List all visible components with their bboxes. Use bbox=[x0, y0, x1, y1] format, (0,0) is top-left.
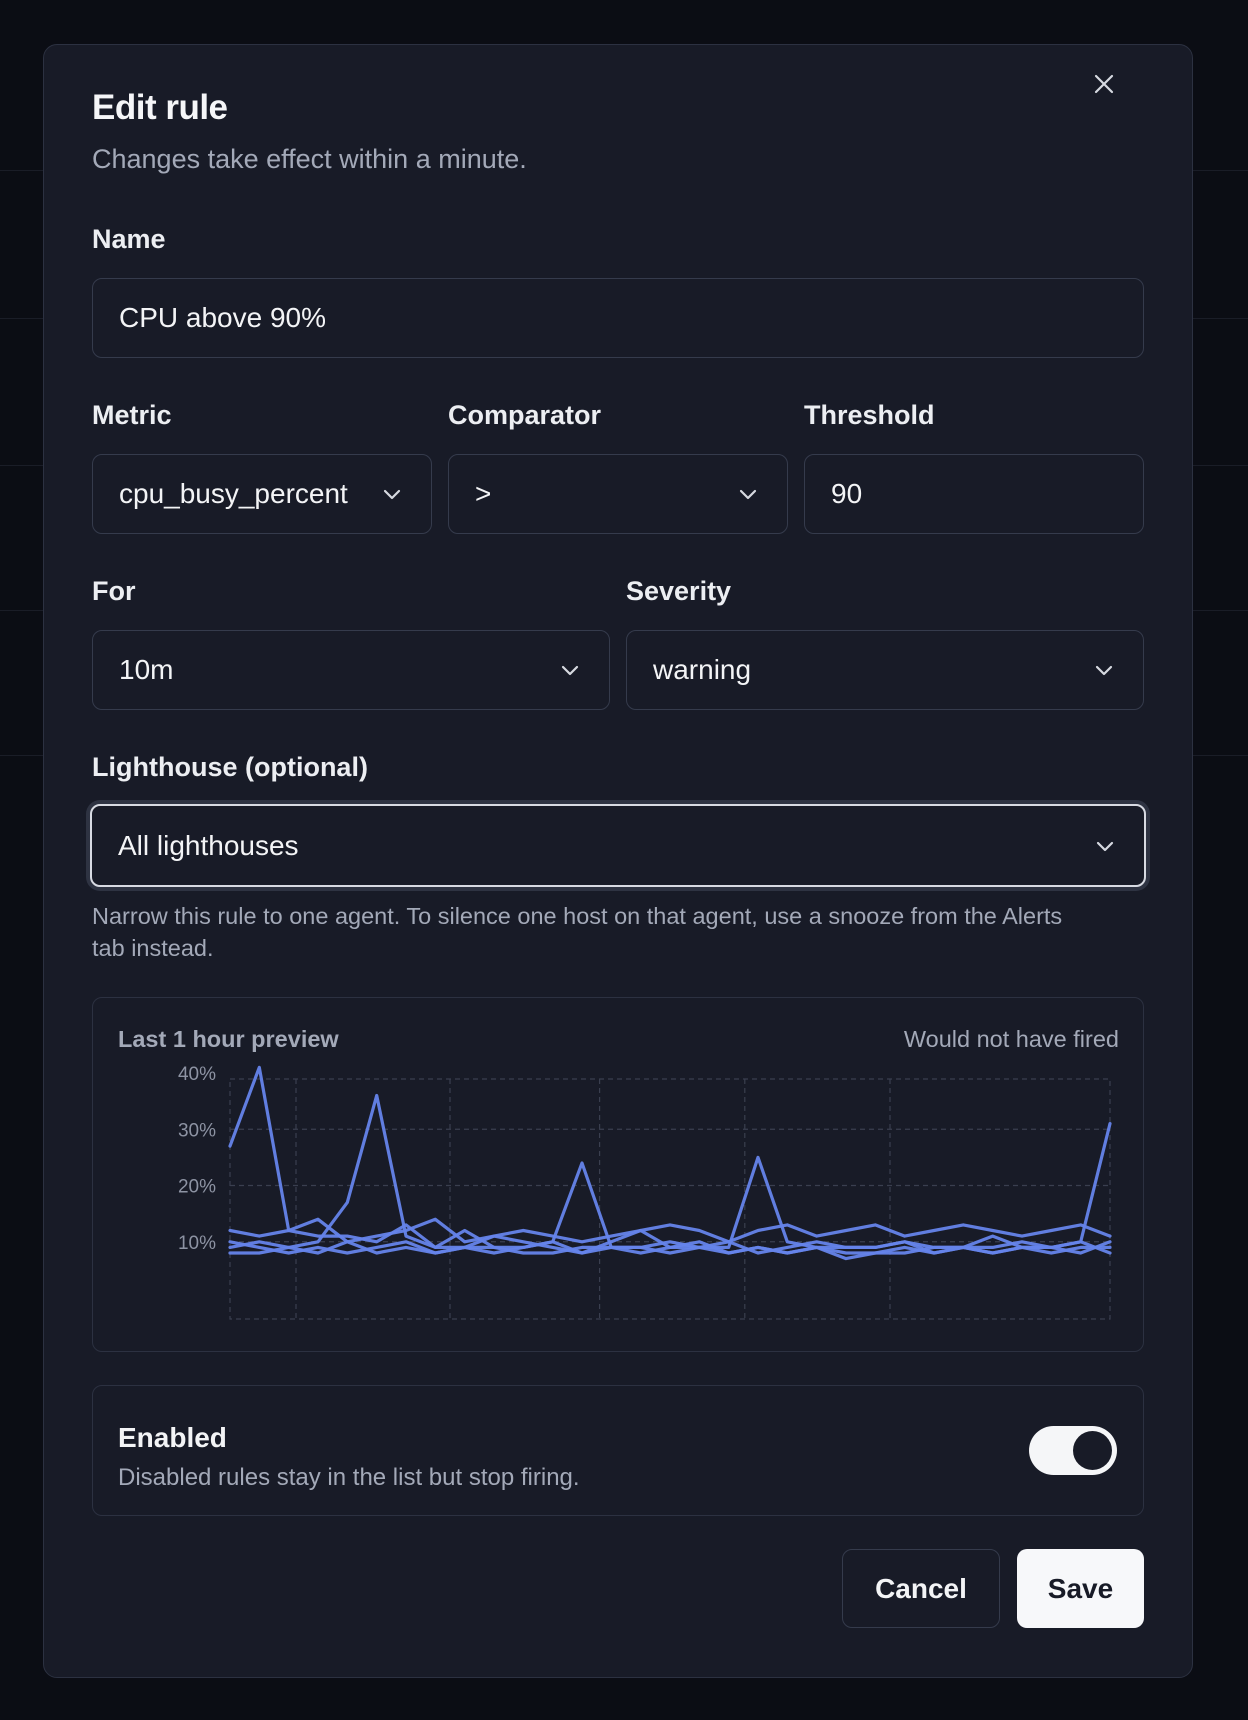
cancel-button[interactable]: Cancel bbox=[842, 1549, 1000, 1628]
toggle-knob bbox=[1073, 1431, 1112, 1470]
chevron-down-icon bbox=[557, 657, 583, 683]
lighthouse-label: Lighthouse (optional) bbox=[92, 752, 368, 782]
lighthouse-help-text: Narrow this rule to one agent. To silenc… bbox=[92, 903, 1063, 961]
dialog-title: Edit rule bbox=[92, 88, 228, 127]
metric-label: Metric bbox=[92, 400, 172, 430]
severity-select[interactable]: warning bbox=[626, 630, 1144, 710]
y-tick-label: 20% bbox=[178, 1177, 216, 1198]
chevron-down-icon bbox=[1091, 657, 1117, 683]
enabled-toggle[interactable] bbox=[1029, 1426, 1117, 1475]
dialog-subtitle: Changes take effect within a minute. bbox=[92, 144, 527, 174]
enabled-card: Enabled Disabled rules stay in the list … bbox=[92, 1385, 1144, 1516]
threshold-label: Threshold bbox=[804, 400, 935, 430]
for-label: For bbox=[92, 576, 136, 606]
y-tick-label: 40% bbox=[178, 1064, 216, 1085]
comparator-value: > bbox=[475, 478, 492, 509]
name-label: Name bbox=[92, 224, 166, 254]
severity-value: warning bbox=[653, 654, 752, 685]
name-input[interactable]: CPU above 90% bbox=[92, 278, 1144, 358]
enabled-description: Disabled rules stay in the list but stop… bbox=[118, 1464, 580, 1491]
comparator-select[interactable]: > bbox=[448, 454, 788, 534]
metric-value: cpu_busy_percent bbox=[119, 478, 348, 509]
y-tick-label: 30% bbox=[178, 1120, 216, 1141]
chevron-down-icon bbox=[1092, 833, 1118, 859]
chevron-down-icon bbox=[379, 481, 405, 507]
chart-series-line-4 bbox=[228, 1217, 1112, 1244]
preview-card: Last 1 hour preview Would not have fired… bbox=[92, 997, 1144, 1352]
enabled-title: Enabled bbox=[118, 1422, 227, 1453]
threshold-input[interactable]: 90 bbox=[804, 454, 1144, 534]
threshold-value: 90 bbox=[831, 478, 863, 509]
lighthouse-value: All lighthouses bbox=[118, 829, 299, 861]
close-button[interactable] bbox=[1084, 64, 1124, 104]
y-tick-label: 10% bbox=[178, 1233, 216, 1254]
chart-frame bbox=[229, 1078, 1111, 1320]
save-button[interactable]: Save bbox=[1017, 1549, 1144, 1628]
preview-chart: 10% 20% 30% 40% bbox=[178, 1064, 1112, 1320]
comparator-label: Comparator bbox=[448, 400, 602, 430]
for-value: 10m bbox=[119, 654, 174, 685]
chevron-down-icon bbox=[735, 481, 761, 507]
lighthouse-select[interactable]: All lighthouses bbox=[90, 804, 1146, 887]
name-value: CPU above 90% bbox=[119, 302, 327, 333]
for-select[interactable]: 10m bbox=[92, 630, 610, 710]
chart-series-line-5 bbox=[228, 1240, 1112, 1261]
severity-label: Severity bbox=[626, 576, 732, 606]
metric-select[interactable]: cpu_busy_percent bbox=[92, 454, 432, 534]
close-icon bbox=[1094, 74, 1114, 94]
